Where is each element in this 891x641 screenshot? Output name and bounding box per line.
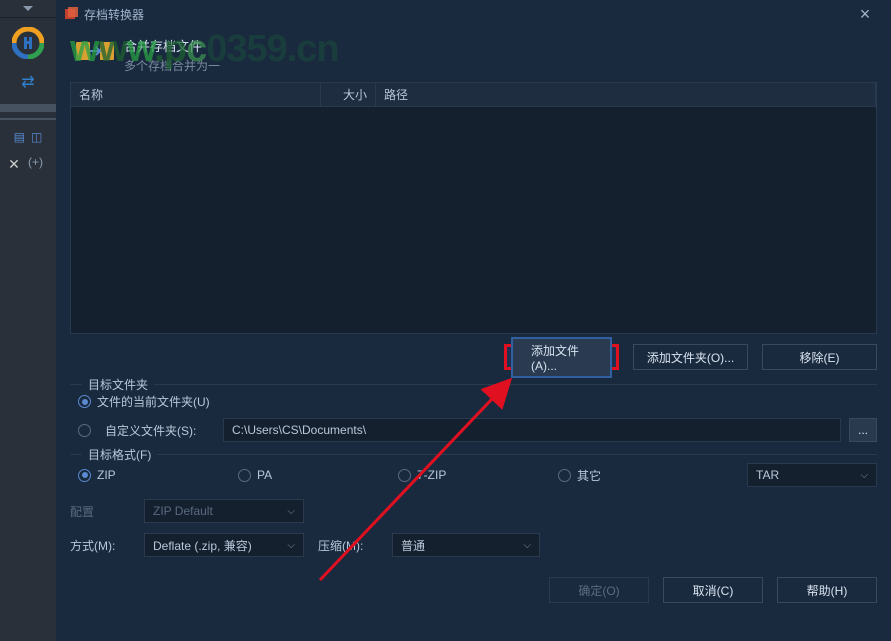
add-tab-button[interactable]: (+) [28,150,43,174]
target-folder-legend: 目标文件夹 [82,376,154,393]
other-label[interactable]: 其它 [577,467,601,484]
help-button[interactable]: 帮助(H) [777,577,877,603]
document-icon: ▤ [14,130,25,144]
app-icon [64,7,78,21]
logo-area [0,18,56,68]
table-header: 名称 大小 路径 [71,83,876,107]
close-button[interactable]: × [847,0,883,28]
other-radio[interactable] [558,469,571,482]
method-label: 方式(M): [70,537,130,554]
custom-folder-radio[interactable] [78,424,91,437]
zip-label[interactable]: ZIP [97,468,116,482]
ok-button[interactable]: 确定(O) [549,577,649,603]
logo-icon [12,27,44,59]
add-file-button[interactable]: 添加文件(A)... [504,344,619,370]
chevron-down-icon: ⌵ [523,540,531,551]
7zip-radio[interactable] [398,469,411,482]
other-format-select[interactable]: TAR ⌵ [747,463,877,487]
custom-path-input[interactable] [223,418,841,442]
method-select[interactable]: Deflate (.zip, 兼容) ⌵ [144,533,304,557]
column-path[interactable]: 路径 [376,83,876,106]
window-title: 存档转换器 [84,6,847,23]
dropdown-toggle[interactable] [0,0,56,18]
pa-label[interactable]: PA [257,468,272,482]
add-folder-button[interactable]: 添加文件夹(O)... [633,344,748,370]
table-body[interactable] [71,107,876,333]
compress-label: 压缩(M): [318,537,378,554]
page-subtitle: 多个存档合并为一 [124,57,877,74]
remove-button[interactable]: 移除(E) [762,344,877,370]
zip-radio[interactable] [78,469,91,482]
chevron-down-icon: ⌵ [860,470,868,481]
pa-radio[interactable] [238,469,251,482]
chevron-down-icon: ⌵ [287,540,295,551]
cancel-button[interactable]: 取消(C) [663,577,763,603]
titlebar: 存档转换器 × [56,0,891,28]
page-icon: ◫ [31,130,42,144]
config-label: 配置 [70,503,130,520]
target-format-group: 目标格式(F) ZIP PA 7-ZIP [70,454,877,497]
current-folder-label[interactable]: 文件的当前文件夹(U) [97,393,210,410]
main-panel: 存档转换器 × 合并存档文件 多个存档合并为一 名称 大小 路径 [56,0,891,641]
7zip-label[interactable]: 7-ZIP [417,468,446,482]
compress-select[interactable]: 普通 ⌵ [392,533,540,557]
current-folder-radio[interactable] [78,395,91,408]
sidebar-arrows[interactable]: ⇄ [0,68,56,96]
target-folder-group: 目标文件夹 文件的当前文件夹(U) 自定义文件夹(S): ... [70,384,877,452]
custom-folder-label[interactable]: 自定义文件夹(S): [105,422,215,439]
column-name[interactable]: 名称 [71,83,321,106]
column-size[interactable]: 大小 [321,83,376,106]
sidebar-icons[interactable]: ▤ ◫ [0,126,56,148]
file-table: 名称 大小 路径 [70,82,877,334]
target-format-legend: 目标格式(F) [82,446,157,463]
config-select[interactable]: ZIP Default ⌵ [144,499,304,523]
browse-button[interactable]: ... [849,418,877,442]
merge-icon [76,38,116,68]
chevron-down-icon: ⌵ [287,506,295,517]
close-tab-button[interactable]: ✕ [0,152,28,176]
left-sidebar: ⇄ ▤ ◫ ✕ (+) [0,0,56,641]
page-title: 合并存档文件 [124,36,877,55]
